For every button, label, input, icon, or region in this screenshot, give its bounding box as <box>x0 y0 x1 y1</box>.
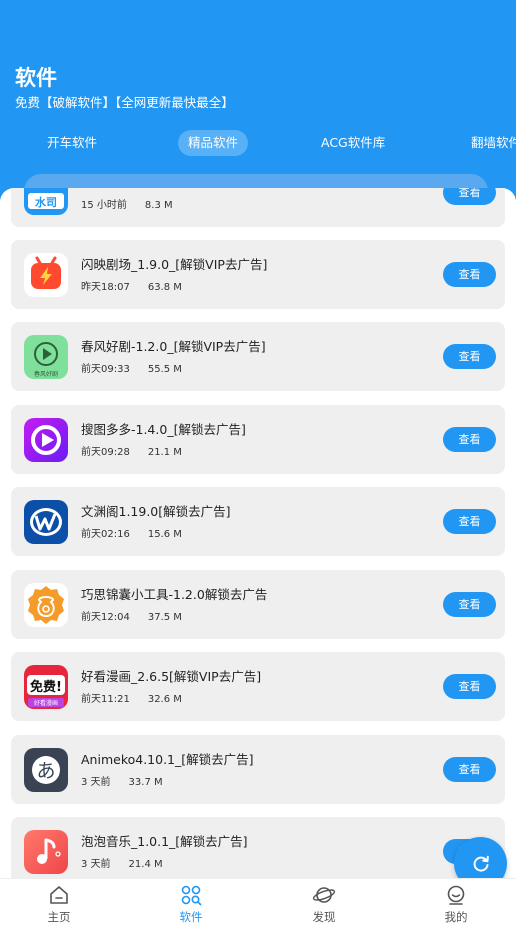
list-item[interactable]: 春风好剧 春风好剧-1.2.0_[解锁VIP去广告] 前天09:33 55.5 M… <box>11 322 505 391</box>
nav-item-discover[interactable]: 发现 <box>294 884 354 925</box>
app-time: 前天02:16 <box>81 529 130 540</box>
list-item[interactable]: 泡泡音乐_1.0.1_[解锁去广告] 3 天前21.4 M 查看 <box>11 817 505 878</box>
page-title: 软件 <box>15 66 57 90</box>
tab-acg[interactable]: ACG软件库 <box>321 130 385 156</box>
category-tabs: 开车软件 精品软件 ACG软件库 翻墙软件 <box>0 128 516 160</box>
app-size: 37.5 M <box>147 612 182 623</box>
app-size: 15.6 M <box>147 529 182 540</box>
tab-fanqiang[interactable]: 翻墙软件 <box>471 130 516 156</box>
app-time: 前天09:33 <box>81 364 130 375</box>
view-button[interactable]: 查看 <box>443 674 496 699</box>
bottom-nav: 主页 软件 发现 我的 <box>0 878 516 931</box>
nav-label: 发现 <box>312 910 336 924</box>
free-badge-icon: 免费! 好看漫画 <box>24 665 68 709</box>
pouch-icon <box>24 583 68 627</box>
list-item[interactable]: 文渊阁1.19.0[解锁去广告] 前天02:16 15.6 M 查看 <box>11 487 505 556</box>
partial-app-icon: 水司 <box>24 188 68 215</box>
app-size: 55.5 M <box>147 364 182 375</box>
app-time: 前天09:28 <box>81 447 130 458</box>
music-note-icon <box>24 830 68 874</box>
svg-text:水司: 水司 <box>35 195 57 209</box>
view-button[interactable]: 查看 <box>443 592 496 617</box>
tab-kaiche[interactable]: 开车软件 <box>47 130 97 156</box>
app-size: 21.1 M <box>147 447 182 458</box>
view-button[interactable]: 查看 <box>443 509 496 534</box>
header: 软件 免费【破解软件】【全网更新最快最全】 开车软件 精品软件 ACG软件库 翻… <box>0 0 516 208</box>
app-name: 闪映剧场_1.9.0_[解锁VIP去广告] <box>81 257 268 272</box>
nav-item-software[interactable]: 软件 <box>161 884 221 925</box>
nav-item-home[interactable]: 主页 <box>29 884 89 925</box>
app-name: 泡泡音乐_1.0.1_[解锁去广告] <box>81 834 248 849</box>
home-icon <box>50 886 68 904</box>
app-size: 63.8 M <box>147 282 182 293</box>
view-button[interactable]: 查看 <box>443 188 496 205</box>
app-name: 巧思锦囊小工具-1.2.0解锁去广告 <box>81 587 268 602</box>
list-item[interactable]: あ Animeko4.10.1_[解锁去广告] 3 天前 33.7 M 查看 <box>11 735 505 804</box>
tv-play-icon <box>24 253 68 297</box>
a-glyph-icon: あ <box>24 748 68 792</box>
w-logo-icon <box>24 500 68 544</box>
app-size: 33.7 M <box>128 777 163 788</box>
apps-grid-icon <box>181 885 202 906</box>
list-item[interactable]: 巧思锦囊小工具-1.2.0解锁去广告 前天12:04 37.5 M 查看 <box>11 570 505 639</box>
icon-caption: 好看漫画 <box>34 699 58 707</box>
app-size: 32.6 M <box>147 694 182 705</box>
app-time: 前天12:04 <box>81 612 130 623</box>
tab-jingpin[interactable]: 精品软件 <box>178 130 249 156</box>
view-button[interactable]: 查看 <box>443 757 496 782</box>
app-name: 文渊阁1.19.0[解锁去广告] <box>81 504 231 519</box>
refresh-icon <box>473 855 489 872</box>
app-list: 水司 15 小时前 8.3 M 查看 闪映剧场_1.9.0_[解锁VIP去广告] … <box>0 188 516 878</box>
play-circle-icon: 春风好剧 <box>24 335 68 379</box>
nav-label: 我的 <box>444 910 468 924</box>
app-name: 好看漫画_2.6.5[解锁VIP去广告] <box>81 669 262 684</box>
app-time: 前天11:21 <box>81 694 130 705</box>
nav-item-me[interactable]: 我的 <box>426 884 486 925</box>
list-item[interactable]: 搜图多多-1.4.0_[解锁去广告] 前天09:28 21.1 M 查看 <box>11 405 505 474</box>
nav-label: 主页 <box>47 910 71 924</box>
app-size: 21.4 M <box>128 859 163 870</box>
view-button[interactable]: 查看 <box>443 427 496 452</box>
icon-caption: 春风好剧 <box>34 370 58 378</box>
page-subtitle: 免费【破解软件】【全网更新最快最全】 <box>15 95 234 110</box>
purple-play-icon <box>24 418 68 462</box>
app-time: 3 天前 <box>81 859 111 870</box>
app-name: Animeko4.10.1_[解锁去广告] <box>81 752 254 767</box>
icon-caption: あ <box>36 760 55 782</box>
planet-icon <box>312 887 336 903</box>
view-button[interactable]: 查看 <box>443 262 496 287</box>
app-name: 搜图多多-1.4.0_[解锁去广告] <box>81 422 246 437</box>
list-item[interactable]: 免费! 好看漫画 好看漫画_2.6.5[解锁VIP去广告] 前天11:21 32.… <box>11 652 505 721</box>
nav-label: 软件 <box>179 910 203 924</box>
view-button[interactable]: 查看 <box>443 344 496 369</box>
app-time: 3 天前 <box>81 777 111 788</box>
app-time: 昨天18:07 <box>81 282 130 293</box>
app-size: 8.3 M <box>144 200 173 211</box>
app-time: 15 小时前 <box>81 200 127 211</box>
list-item[interactable]: 闪映剧场_1.9.0_[解锁VIP去广告] 昨天18:07 63.8 M 查看 <box>11 240 505 309</box>
icon-caption: 免费! <box>30 679 62 695</box>
app-name: 春风好剧-1.2.0_[解锁VIP去广告] <box>81 339 266 354</box>
list-item[interactable]: 水司 15 小时前 8.3 M 查看 <box>11 188 505 227</box>
profile-icon <box>447 885 465 905</box>
